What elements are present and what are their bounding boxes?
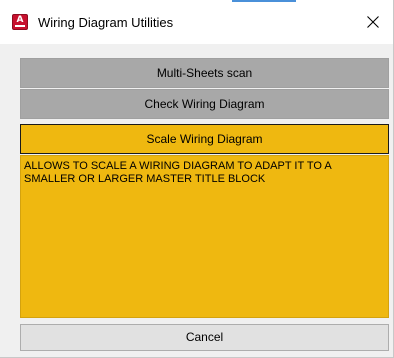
close-icon xyxy=(367,16,379,28)
multi-sheets-scan-button[interactable]: Multi-Sheets scan xyxy=(20,58,389,88)
close-button[interactable] xyxy=(360,10,386,34)
description-panel: ALLOWS TO SCALE A WIRING DIAGRAM TO ADAP… xyxy=(20,155,389,318)
dialog-window: A Wiring Diagram Utilities Multi-Sheets … xyxy=(0,0,394,358)
autocad-icon: A xyxy=(12,14,28,30)
scale-wiring-diagram-button[interactable]: Scale Wiring Diagram xyxy=(20,124,389,154)
title-bar-accent xyxy=(232,0,296,2)
check-wiring-diagram-button[interactable]: Check Wiring Diagram xyxy=(20,89,389,119)
cancel-button[interactable]: Cancel xyxy=(20,324,389,351)
title-bar[interactable]: A Wiring Diagram Utilities xyxy=(0,0,393,44)
window-title: Wiring Diagram Utilities xyxy=(38,15,174,30)
